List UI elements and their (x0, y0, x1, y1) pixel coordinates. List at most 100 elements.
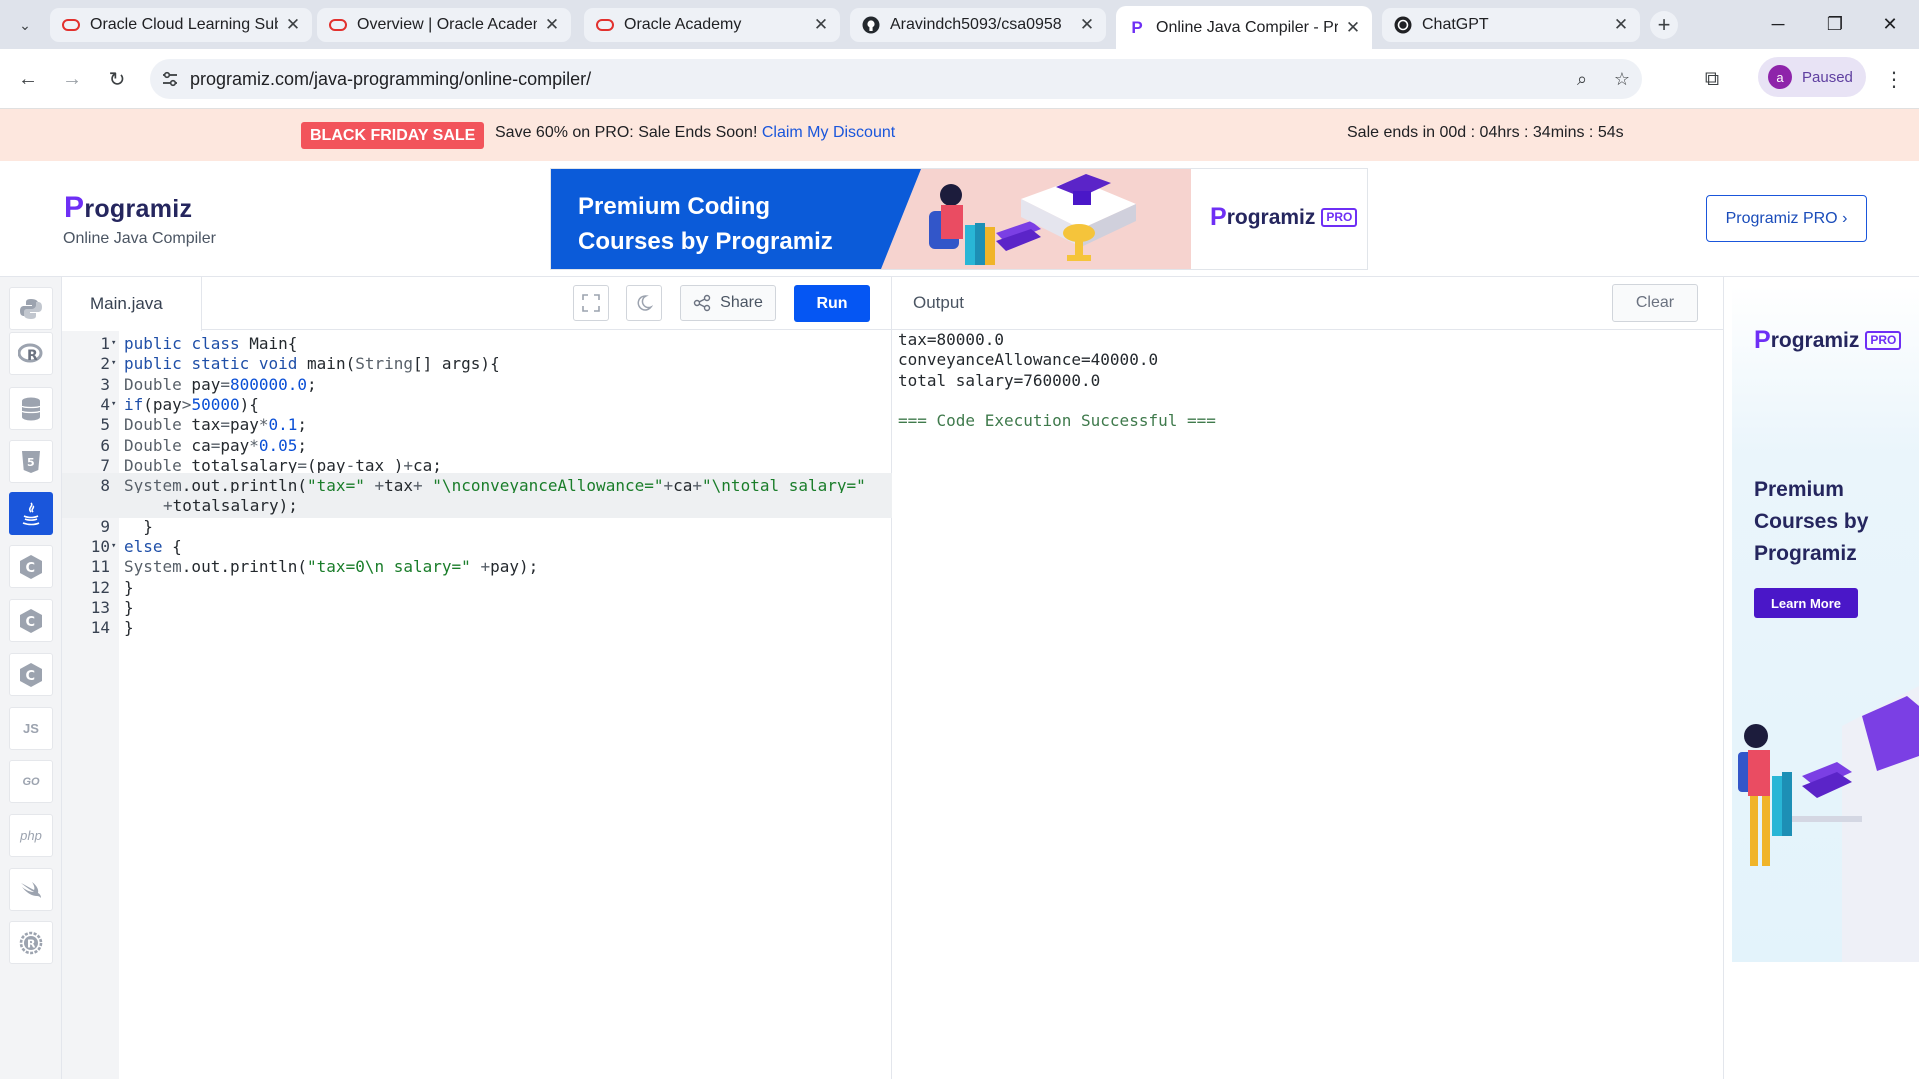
output-title: Output (913, 293, 965, 312)
go-language-icon[interactable]: GO (9, 760, 53, 803)
browser-tab-strip: ⌄ Oracle Cloud Learning Sub ✕ Overview |… (0, 0, 1919, 49)
c-language-icon[interactable]: C (9, 545, 53, 588)
share-icon (693, 294, 711, 312)
share-label: Share (720, 294, 763, 311)
browser-tab[interactable]: Overview | Oracle Academy ✕ (317, 8, 571, 42)
learn-more-button[interactable]: Learn More (1754, 588, 1858, 618)
programiz-pro-button[interactable]: Programiz PRO › (1706, 195, 1867, 242)
java-icon[interactable] (9, 492, 53, 535)
html5-icon[interactable]: 5 (9, 440, 53, 483)
sale-badge: BLACK FRIDAY SALE (301, 122, 485, 149)
browser-tab[interactable]: Oracle Academy ✕ (584, 8, 840, 42)
programiz-logo[interactable]: Programiz (64, 191, 192, 225)
browser-tab-active[interactable]: P Online Java Compiler - Pro ✕ (1116, 6, 1372, 49)
browser-tab[interactable]: ChatGPT ✕ (1382, 8, 1640, 42)
ad-headline-panel: Premium Coding Courses by Programiz (551, 169, 881, 269)
profile-status: Paused (1802, 68, 1853, 86)
promo-message: Save 60% on PRO: Sale Ends Soon! (495, 124, 762, 141)
restore-icon[interactable]: ❐ (1815, 10, 1855, 38)
site-settings-icon[interactable] (150, 71, 190, 87)
code-editor-panel: Main.java Share Run 1 ▾ public class Main{… (62, 277, 892, 1079)
swift-icon[interactable] (9, 868, 53, 911)
clear-output-button[interactable]: Clear (1612, 284, 1698, 322)
back-arrow-icon[interactable]: ← (12, 63, 44, 95)
avatar: a (1768, 65, 1792, 89)
editor-header: Main.java Share Run (62, 277, 892, 331)
programiz-icon: P (1131, 17, 1143, 37)
tab-title: Aravindch5093/csa0958 (890, 16, 1062, 33)
close-tab-icon[interactable]: ✕ (1612, 15, 1630, 35)
chatgpt-icon (1394, 16, 1412, 34)
file-tab-main-java[interactable]: Main.java (62, 277, 202, 331)
close-tab-icon[interactable]: ✕ (284, 15, 302, 35)
output-panel: Output Clear tax=80000.0 conveyanceAllowa… (892, 277, 1724, 1079)
close-tab-icon[interactable]: ✕ (812, 15, 830, 35)
line-number: 14 (90, 618, 110, 638)
oracle-icon (62, 16, 80, 34)
svg-text:5: 5 (27, 456, 35, 469)
window-close-icon[interactable]: ✕ (1870, 10, 1910, 38)
promo-banner: BLACK FRIDAY SALE Save 60% on PRO: Sale … (0, 109, 1919, 161)
ad-banner[interactable]: Premium Coding Courses by Programiz P ro… (550, 168, 1368, 270)
tab-search-chevron-icon[interactable]: ⌄ (12, 12, 38, 38)
dark-mode-moon-icon[interactable] (626, 285, 662, 321)
r-language-icon[interactable]: R (9, 332, 53, 375)
url-text: programiz.com/java-programming/online-co… (190, 68, 592, 89)
run-button[interactable]: Run (794, 285, 870, 322)
tab-title: Oracle Cloud Learning Sub (90, 16, 278, 33)
programiz-pro-logo: Programiz PRO (1210, 203, 1358, 232)
ad-pro-logo-panel: Programiz PRO (1191, 169, 1367, 269)
close-tab-icon[interactable]: ✕ (1078, 15, 1096, 35)
minimize-icon[interactable]: ─ (1758, 10, 1798, 38)
share-button[interactable]: Share (680, 285, 776, 321)
svg-text:C: C (26, 669, 36, 684)
programiz-pro-logo: Programiz PRO (1754, 326, 1902, 355)
side-advertisement[interactable]: Programiz PRO Premium Courses by Programiz … (1732, 286, 1919, 962)
code-input[interactable]: 1 ▾ public class Main{2 ▾ public static void… (62, 331, 892, 1079)
sql-database-icon[interactable] (9, 387, 53, 430)
output-header: Output Clear (892, 277, 1724, 330)
tab-title: ChatGPT (1422, 16, 1489, 33)
browser-tab[interactable]: Aravindch5093/csa0958 ✕ (850, 8, 1106, 42)
new-tab-plus-icon[interactable]: + (1650, 11, 1678, 39)
side-ad-headline: Premium Courses by Programiz (1754, 478, 1869, 565)
forward-arrow-icon[interactable]: → (56, 63, 88, 95)
address-bar[interactable]: programiz.com/java-programming/online-co… (150, 59, 1642, 99)
svg-text:C: C (26, 561, 36, 576)
browser-tab[interactable]: Oracle Cloud Learning Sub ✕ (50, 8, 312, 42)
reload-icon[interactable]: ↻ (101, 63, 133, 95)
language-sidebar: R 5 C C C JS GO php R (0, 277, 62, 1079)
svg-text:R: R (27, 937, 36, 950)
code-text: } (124, 618, 134, 638)
output-line: conveyanceAllowance=40000.0 (898, 350, 1159, 370)
profile-button[interactable]: a Paused (1758, 57, 1866, 97)
code-line[interactable]: 14} (62, 615, 892, 640)
oracle-icon (596, 16, 614, 34)
page-subtitle: Online Java Compiler (63, 230, 216, 247)
bookmark-star-icon[interactable]: ☆ (1602, 69, 1642, 90)
csharp-language-icon[interactable]: C (9, 653, 53, 696)
extensions-icon[interactable]: ⧉ (1696, 63, 1728, 95)
close-tab-icon[interactable]: ✕ (1344, 18, 1362, 38)
zoom-icon[interactable]: ⌕ (1562, 69, 1602, 90)
javascript-icon[interactable]: JS (9, 707, 53, 750)
cpp-language-icon[interactable]: C (9, 599, 53, 642)
rust-icon[interactable]: R (9, 921, 53, 964)
sale-countdown: Sale ends in 00d : 04hrs : 34mins : 54s (1347, 124, 1624, 141)
side-ad-illustration (1738, 686, 1919, 962)
output-line: total salary=760000.0 (898, 370, 1101, 390)
tab-title: Oracle Academy (624, 16, 742, 33)
fullscreen-icon[interactable] (573, 285, 609, 321)
output-line: tax=80000.0 (898, 330, 1004, 349)
browser-menu-icon[interactable]: ⋮ (1878, 63, 1910, 95)
php-icon[interactable]: php (9, 814, 53, 857)
site-header: Programiz Online Java Compiler Premium C… (0, 161, 1919, 277)
ad-illustration (881, 169, 1201, 269)
python-icon[interactable] (9, 287, 53, 330)
claim-discount-link[interactable]: Claim My Discount (762, 124, 895, 141)
output-console: tax=80000.0 conveyanceAllowance=40000.0 to… (898, 330, 1216, 431)
close-tab-icon[interactable]: ✕ (543, 15, 561, 35)
tab-title: Overview | Oracle Academy (357, 16, 537, 33)
browser-toolbar: ← → ↻ programiz.com/java-programming/onl… (0, 49, 1919, 109)
